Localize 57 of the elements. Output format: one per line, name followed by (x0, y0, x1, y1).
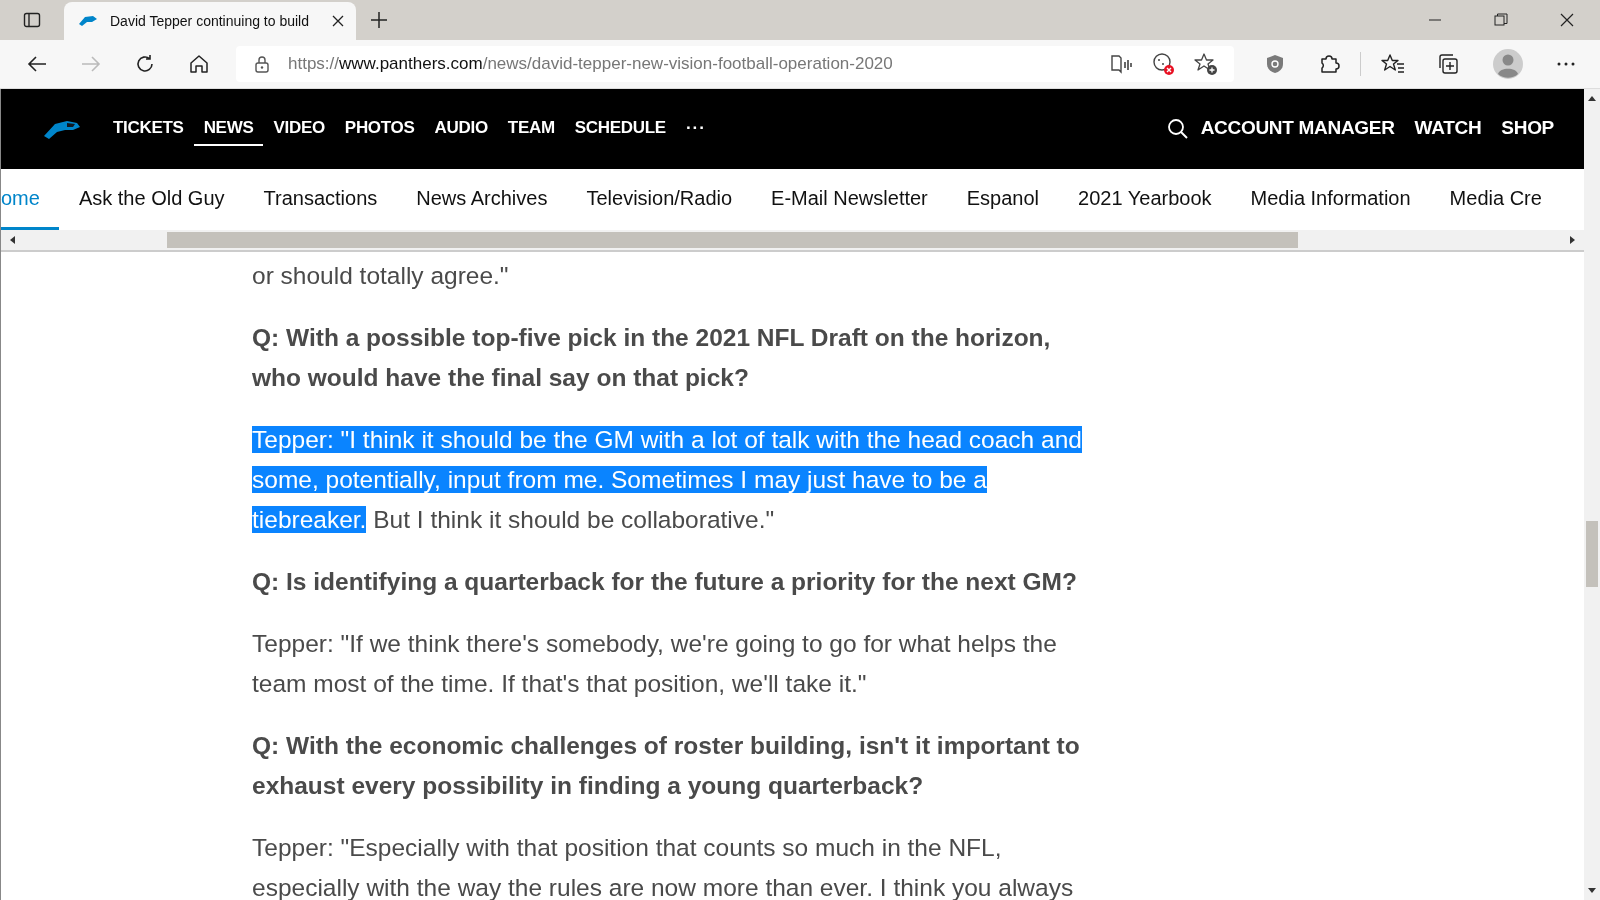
nav-link[interactable]: PHOTOS (334, 112, 425, 146)
scrollbar-thumb[interactable] (1586, 521, 1598, 587)
lock-icon (254, 55, 270, 73)
vertical-scrollbar[interactable] (1584, 89, 1600, 900)
nav-link[interactable]: VIDEO (263, 112, 335, 146)
subnav-link[interactable]: E-Mail Newsletter (751, 169, 948, 230)
read-aloud-icon[interactable] (1110, 53, 1134, 75)
home-icon[interactable] (188, 53, 210, 75)
scroll-left-icon[interactable] (9, 235, 17, 245)
question-text: Q: Is identifying a quarterback for the future a priority for the next GM? (252, 567, 1078, 597)
tab-title: David Tepper continuing to build (110, 13, 310, 29)
scroll-up-icon[interactable] (1587, 95, 1597, 103)
subnav-link[interactable]: Ask the Old Guy (59, 169, 245, 230)
close-window-icon[interactable] (1560, 13, 1574, 27)
answer-text: Tepper: "If we think there's somebody, we're going to go for what helps the team most of the time. If that's that position, we'll take it." (252, 629, 1058, 699)
puzzle-icon[interactable] (1318, 53, 1340, 75)
question-text: Q: With the economic challenges of roster building, isn't it important to exhaust every possibility in finding a young quarterback? (252, 731, 1081, 801)
answer-text: Tepper: "I think it should be the GM with a lot of talk with the head coach and some, potentially, input from me. Sometimes I may just have to be a tiebreaker. But I think it should be collaborative." (252, 425, 1083, 535)
answer-text: or should totally agree." (252, 261, 510, 291)
question-text: Q: With a possible top-five pick in the 2021 NFL Draft on the horizon, who would have the final say on that pick? (252, 323, 1052, 393)
subnav-link[interactable]: 2021 Yearbook (1058, 169, 1232, 230)
nav-link[interactable]: TICKETS (103, 112, 194, 146)
nav-link[interactable]: SCHEDULE (564, 112, 676, 146)
more-menu[interactable]: ··· (675, 112, 716, 146)
add-favorite-icon[interactable] (1194, 52, 1218, 76)
collections-icon[interactable] (1437, 53, 1461, 75)
scroll-right-icon[interactable] (1568, 235, 1576, 245)
panther-icon (78, 14, 98, 28)
new-tab-icon[interactable] (370, 11, 388, 29)
subnav-link[interactable]: Transactions (244, 169, 397, 230)
nav-link[interactable]: WATCH (1404, 111, 1492, 147)
browser-tab[interactable]: David Tepper continuing to build (64, 2, 356, 40)
nav-link[interactable]: TEAM (497, 112, 565, 146)
profile-avatar-icon[interactable] (1493, 49, 1523, 79)
cookie-blocked-icon[interactable] (1152, 52, 1176, 76)
nav-link[interactable]: NEWS (193, 112, 264, 146)
tab-actions-icon[interactable] (23, 11, 41, 29)
refresh-icon[interactable] (134, 53, 156, 75)
shield-icon[interactable] (1264, 53, 1286, 75)
url-text: https://www.panthers.com/news/david-tepper-new-vision-football-operation-2020 (288, 54, 893, 74)
address-bar[interactable]: https://www.panthers.com/news/david-tepper-new-vision-football-operation-2020 (236, 46, 1234, 82)
favorites-icon[interactable] (1381, 53, 1405, 75)
nav-link[interactable]: AUDIO (424, 112, 498, 146)
close-icon[interactable] (332, 15, 344, 27)
subnav-link[interactable]: Media Information (1231, 169, 1431, 230)
subnav-link[interactable]: Espanol (947, 169, 1059, 230)
subnav-link[interactable]: News Archives (396, 169, 567, 230)
restore-icon[interactable] (1494, 13, 1508, 27)
nav-link[interactable]: ACCOUNT MANAGER (1190, 111, 1405, 147)
scroll-down-icon[interactable] (1587, 886, 1597, 894)
panther-logo-icon[interactable] (43, 118, 81, 140)
subnav-link[interactable]: Media Cre (1430, 169, 1562, 230)
search-icon[interactable] (1166, 118, 1189, 140)
nav-link[interactable]: SHOP (1491, 111, 1564, 147)
subnav-link[interactable]: Television/Radio (566, 169, 752, 230)
scrollbar-thumb[interactable] (167, 232, 1298, 248)
horizontal-scrollbar[interactable] (1, 230, 1584, 252)
